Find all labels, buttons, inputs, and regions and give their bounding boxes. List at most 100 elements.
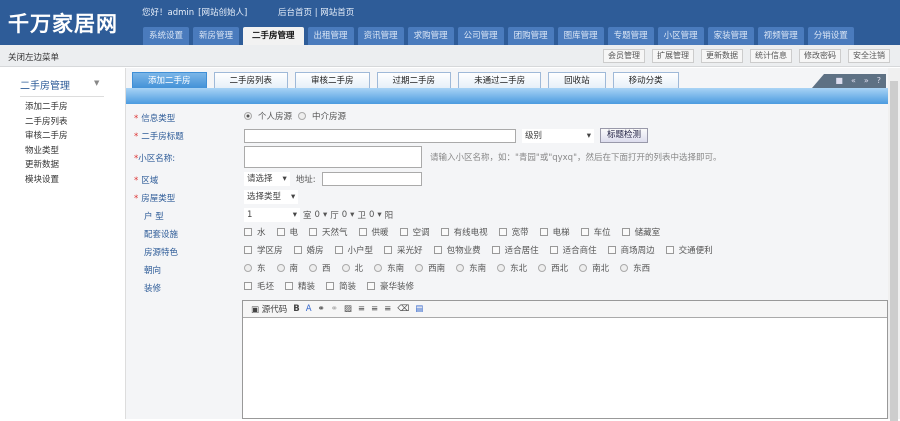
checkbox-features[interactable]: 采光好 <box>384 244 423 256</box>
radio-icon[interactable] <box>538 264 547 272</box>
content-tab[interactable]: 审核二手房 <box>295 72 370 89</box>
tab-tool-icon[interactable]: » <box>864 74 869 88</box>
hall-select[interactable]: 0 <box>315 210 320 220</box>
sidebar-item[interactable]: 物业类型 <box>25 144 68 159</box>
checkbox-icon[interactable] <box>580 228 589 236</box>
quick-link-button[interactable]: 统计信息 <box>750 49 792 63</box>
radio-icon[interactable] <box>579 264 588 272</box>
house-type-select[interactable]: 选择类型 ▾ <box>244 190 299 204</box>
nav-tab[interactable]: 资讯管理 <box>357 27 404 45</box>
checkbox-icon[interactable] <box>244 228 252 236</box>
nav-tab[interactable]: 出租管理 <box>307 27 354 45</box>
checkbox-icon[interactable] <box>293 246 302 254</box>
checkbox-facilities[interactable]: 天然气 <box>309 226 348 238</box>
admin-home-link[interactable]: 后台首页 <box>278 8 312 18</box>
checkbox-decoration[interactable]: 简装 <box>326 280 356 292</box>
checkbox-features[interactable]: 适合居住 <box>491 244 539 256</box>
checkbox-icon[interactable] <box>309 228 318 236</box>
align-center-icon[interactable]: ≡ <box>371 304 378 314</box>
checkbox-facilities[interactable]: 电 <box>276 226 298 238</box>
eraser-icon[interactable]: ⌫ <box>397 304 409 314</box>
radio-icon[interactable] <box>244 264 252 272</box>
checkbox-facilities[interactable]: 空调 <box>399 226 430 238</box>
bath-select[interactable]: 0 <box>342 210 347 220</box>
radio-orientation[interactable]: 西北 <box>538 262 568 274</box>
checkbox-facilities[interactable]: 车位 <box>580 226 611 238</box>
fullscreen-icon[interactable]: ▤ <box>415 304 423 314</box>
radio-orientation[interactable]: 东南 <box>374 262 404 274</box>
community-input[interactable] <box>244 146 422 168</box>
quick-link-button[interactable]: 会员管理 <box>603 49 645 63</box>
checkbox-icon[interactable] <box>621 228 630 236</box>
radio-orientation[interactable]: 北 <box>341 262 363 274</box>
quick-link-button[interactable]: 安全注销 <box>848 49 890 63</box>
checkbox-facilities[interactable]: 宽带 <box>498 226 529 238</box>
nav-tab[interactable]: 二手房管理 <box>243 27 304 45</box>
radio-icon[interactable] <box>620 264 629 272</box>
checkbox-icon[interactable] <box>399 228 408 236</box>
checkbox-icon[interactable] <box>539 228 548 236</box>
checkbox-features[interactable]: 包物业费 <box>433 244 481 256</box>
area-select[interactable]: 请选择 ▾ <box>244 172 290 186</box>
checkbox-features[interactable]: 小户型 <box>334 244 373 256</box>
unlink-icon[interactable]: ⚭ <box>331 304 338 314</box>
sidebar-item[interactable]: 添加二手房 <box>25 100 68 115</box>
checkbox-facilities[interactable]: 有线电视 <box>440 226 488 238</box>
nav-tab[interactable]: 专题管理 <box>607 27 654 45</box>
nav-tab[interactable]: 分销设置 <box>807 27 854 45</box>
room-select[interactable]: 1 ▾ <box>244 208 300 222</box>
checkbox-icon[interactable] <box>334 246 343 254</box>
nav-tab[interactable]: 团购管理 <box>507 27 554 45</box>
checkbox-decoration[interactable]: 豪华装修 <box>367 280 414 292</box>
address-input[interactable] <box>321 172 422 186</box>
checkbox-icon[interactable] <box>665 246 674 254</box>
radio-orientation[interactable]: 东北 <box>497 262 527 274</box>
nav-tab[interactable]: 图库管理 <box>557 27 604 45</box>
quick-link-button[interactable]: 扩展管理 <box>652 49 694 63</box>
title-input[interactable] <box>244 128 516 143</box>
checkbox-facilities[interactable]: 储藏室 <box>621 226 660 238</box>
radio-icon[interactable] <box>309 264 318 272</box>
checkbox-decoration[interactable]: 毛坯 <box>244 280 274 292</box>
scrollbar[interactable] <box>888 68 900 421</box>
radio-agency[interactable] <box>298 112 307 120</box>
align-left-icon[interactable]: ≡ <box>358 304 365 314</box>
radio-orientation[interactable]: 南 <box>276 262 298 274</box>
content-tab[interactable]: 添加二手房 <box>132 72 207 89</box>
balcony-select[interactable]: 0 <box>369 210 374 220</box>
sidebar-item[interactable]: 二手房列表 <box>25 115 68 130</box>
radio-icon[interactable] <box>456 264 465 272</box>
checkbox-features[interactable]: 交通便利 <box>665 244 713 256</box>
quick-link-button[interactable]: 更新数据 <box>701 49 743 63</box>
scrollbar-thumb[interactable] <box>890 81 898 421</box>
content-tab[interactable]: 未通过二手房 <box>458 72 542 89</box>
link-icon[interactable]: ⚭ <box>318 304 325 314</box>
nav-tab[interactable]: 新房管理 <box>193 27 240 45</box>
radio-orientation[interactable]: 东南 <box>456 262 486 274</box>
align-right-icon[interactable]: ≡ <box>384 304 391 314</box>
checkbox-facilities[interactable]: 供暖 <box>358 226 389 238</box>
site-home-link[interactable]: 网站首页 <box>320 8 354 18</box>
checkbox-icon[interactable] <box>433 246 442 254</box>
radio-icon[interactable] <box>276 264 285 272</box>
checkbox-icon[interactable] <box>367 282 376 290</box>
sidebar-title[interactable]: 二手房管理 <box>20 77 104 97</box>
nav-tab[interactable]: 家装管理 <box>707 27 754 45</box>
radio-icon[interactable] <box>341 264 350 272</box>
sidebar-item[interactable]: 审核二手房 <box>25 129 68 144</box>
nav-tab[interactable]: 视频管理 <box>757 27 804 45</box>
checkbox-icon[interactable] <box>440 228 449 236</box>
checkbox-icon[interactable] <box>607 246 616 254</box>
nav-tab[interactable]: 求购管理 <box>407 27 454 45</box>
checkbox-icon[interactable] <box>285 282 294 290</box>
rich-text-editor[interactable]: ▣ 源代码 B A ⚭ ⚭ ▨ ≡ ≡ ≡ ⌫ ▤ <box>242 300 888 419</box>
chevron-down-icon[interactable]: ▼ <box>94 79 99 87</box>
title-check-button[interactable]: 标题检测 <box>600 128 649 143</box>
radio-icon[interactable] <box>415 264 424 272</box>
checkbox-features[interactable]: 学区房 <box>244 244 283 256</box>
checkbox-icon[interactable] <box>244 282 252 290</box>
tab-tool-icon[interactable]: ? <box>877 74 881 88</box>
content-tab[interactable]: 二手房列表 <box>213 72 289 89</box>
content-tab[interactable]: 过期二手房 <box>376 72 452 89</box>
image-icon[interactable]: ▨ <box>344 304 352 314</box>
